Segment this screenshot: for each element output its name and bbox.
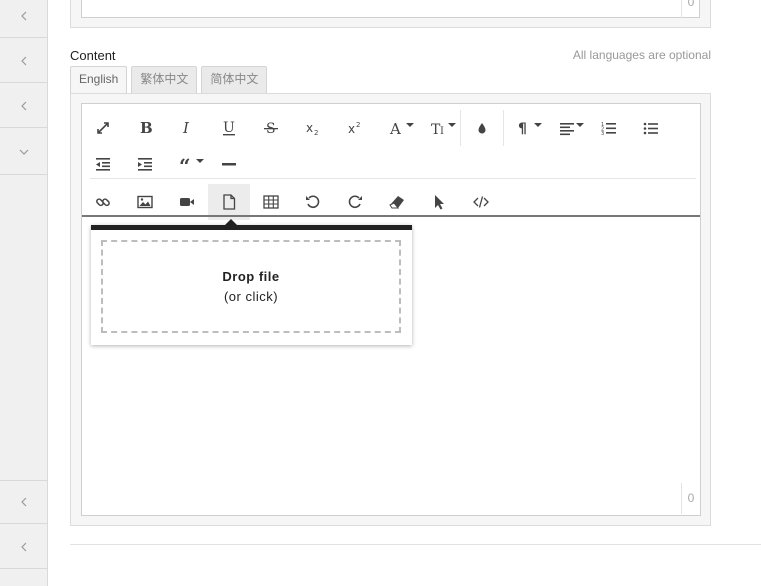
text-color-button[interactable] bbox=[461, 110, 503, 146]
caret-down-icon bbox=[576, 123, 584, 127]
font-size-icon: TI bbox=[431, 122, 444, 136]
ordered-list-button[interactable]: 123 bbox=[588, 110, 630, 146]
rail-collapse-button-1[interactable] bbox=[0, 0, 47, 38]
chevron-left-icon bbox=[20, 101, 26, 110]
toolbar-row-1: B I U S x2 x2 A TI ¶ 1 2 3 bbox=[82, 110, 672, 146]
svg-text:x: x bbox=[348, 122, 355, 136]
previous-field-editor[interactable] bbox=[81, 0, 700, 18]
subscript-icon: x2 bbox=[306, 121, 318, 136]
tab-traditional-chinese[interactable]: 繁体中文 bbox=[131, 66, 198, 93]
rail-collapse-button-4[interactable] bbox=[0, 480, 47, 524]
eraser-icon bbox=[389, 196, 404, 209]
font-size-button[interactable]: TI bbox=[418, 110, 460, 146]
tab-simplified-chinese[interactable]: 简体中文 bbox=[201, 66, 268, 93]
quote-icon: “ bbox=[179, 156, 191, 172]
align-left-icon bbox=[560, 123, 574, 136]
svg-text:I: I bbox=[182, 120, 190, 136]
toolbar-row-2: “ bbox=[82, 146, 250, 182]
svg-text:2: 2 bbox=[356, 121, 360, 129]
image-icon bbox=[137, 195, 153, 209]
rail-collapse-button-2[interactable] bbox=[0, 39, 47, 83]
bold-icon: B bbox=[140, 120, 153, 136]
dropzone-subtitle: (or click) bbox=[223, 289, 279, 304]
chevron-left-icon bbox=[20, 11, 26, 20]
svg-text:x: x bbox=[306, 121, 313, 135]
redo-icon bbox=[348, 195, 362, 209]
svg-text:¶: ¶ bbox=[518, 121, 527, 136]
svg-text:B: B bbox=[140, 120, 153, 136]
svg-text:I: I bbox=[440, 126, 444, 136]
chevron-left-icon bbox=[20, 542, 26, 551]
rail-expand-button[interactable] bbox=[0, 129, 47, 175]
page: 0 Content All languages are optional Eng… bbox=[0, 0, 761, 586]
svg-text:“: “ bbox=[179, 156, 191, 172]
superscript-button[interactable]: x2 bbox=[334, 110, 376, 146]
paragraph-format-button[interactable]: ¶ bbox=[504, 110, 546, 146]
horizontal-line-icon bbox=[222, 163, 236, 166]
link-icon bbox=[96, 198, 110, 207]
left-rail bbox=[0, 0, 48, 586]
unordered-list-icon bbox=[643, 122, 658, 135]
svg-text:3: 3 bbox=[601, 131, 604, 136]
unordered-list-button[interactable] bbox=[630, 110, 672, 146]
underline-icon: U bbox=[223, 120, 235, 136]
chevron-left-icon bbox=[20, 497, 26, 507]
char-counter: 0 bbox=[681, 483, 700, 514]
fullscreen-button[interactable] bbox=[82, 110, 124, 146]
caret-down-icon bbox=[196, 159, 204, 163]
italic-icon: I bbox=[182, 120, 190, 136]
code-view-icon bbox=[473, 196, 489, 208]
indent-button[interactable] bbox=[124, 146, 166, 182]
bold-button[interactable]: B bbox=[124, 110, 166, 146]
caret-down-icon bbox=[534, 123, 542, 127]
chevron-down-icon bbox=[19, 149, 28, 155]
section-divider bbox=[70, 544, 761, 545]
rail-collapse-button-5[interactable] bbox=[0, 525, 47, 569]
subscript-button[interactable]: x2 bbox=[292, 110, 334, 146]
table-icon bbox=[263, 195, 279, 209]
rail-collapse-button-3[interactable] bbox=[0, 84, 47, 128]
align-button[interactable] bbox=[546, 110, 588, 146]
strikethrough-button[interactable]: S bbox=[250, 110, 292, 146]
italic-button[interactable]: I bbox=[166, 110, 208, 146]
undo-icon bbox=[306, 195, 320, 209]
languages-hint: All languages are optional bbox=[572, 48, 711, 62]
tab-english[interactable]: English bbox=[70, 66, 128, 94]
quote-button[interactable]: “ bbox=[166, 146, 208, 182]
font-family-icon: A bbox=[389, 120, 401, 136]
strikethrough-icon: S bbox=[264, 121, 278, 136]
content-field-label: Content bbox=[70, 48, 116, 63]
svg-text:2: 2 bbox=[314, 129, 318, 136]
toolbar-bottom-border bbox=[82, 215, 700, 217]
video-camera-icon bbox=[180, 198, 194, 206]
fullscreen-icon bbox=[97, 122, 109, 134]
chevron-left-icon bbox=[20, 56, 26, 65]
color-drop-icon bbox=[478, 123, 486, 134]
svg-text:A: A bbox=[389, 120, 401, 136]
file-upload-popup: Drop file (or click) bbox=[91, 225, 412, 345]
horizontal-line-button[interactable] bbox=[208, 146, 250, 182]
cursor-icon bbox=[435, 195, 444, 210]
indent-icon bbox=[138, 158, 152, 171]
caret-down-icon bbox=[406, 123, 414, 127]
outdent-button[interactable] bbox=[82, 146, 124, 182]
language-tabs: English 繁体中文 简体中文 bbox=[70, 66, 268, 94]
svg-text:U: U bbox=[223, 120, 235, 136]
paragraph-icon: ¶ bbox=[518, 121, 527, 136]
superscript-icon: x2 bbox=[348, 121, 360, 136]
previous-field-char-count: 0 bbox=[681, 0, 700, 18]
outdent-icon bbox=[96, 158, 110, 171]
ordered-list-icon: 123 bbox=[601, 122, 616, 136]
file-icon bbox=[223, 194, 236, 210]
font-family-button[interactable]: A bbox=[376, 110, 418, 146]
underline-button[interactable]: U bbox=[208, 110, 250, 146]
dropzone-title: Drop file bbox=[222, 269, 280, 284]
caret-down-icon bbox=[448, 123, 456, 127]
file-dropzone[interactable]: Drop file (or click) bbox=[101, 240, 401, 333]
